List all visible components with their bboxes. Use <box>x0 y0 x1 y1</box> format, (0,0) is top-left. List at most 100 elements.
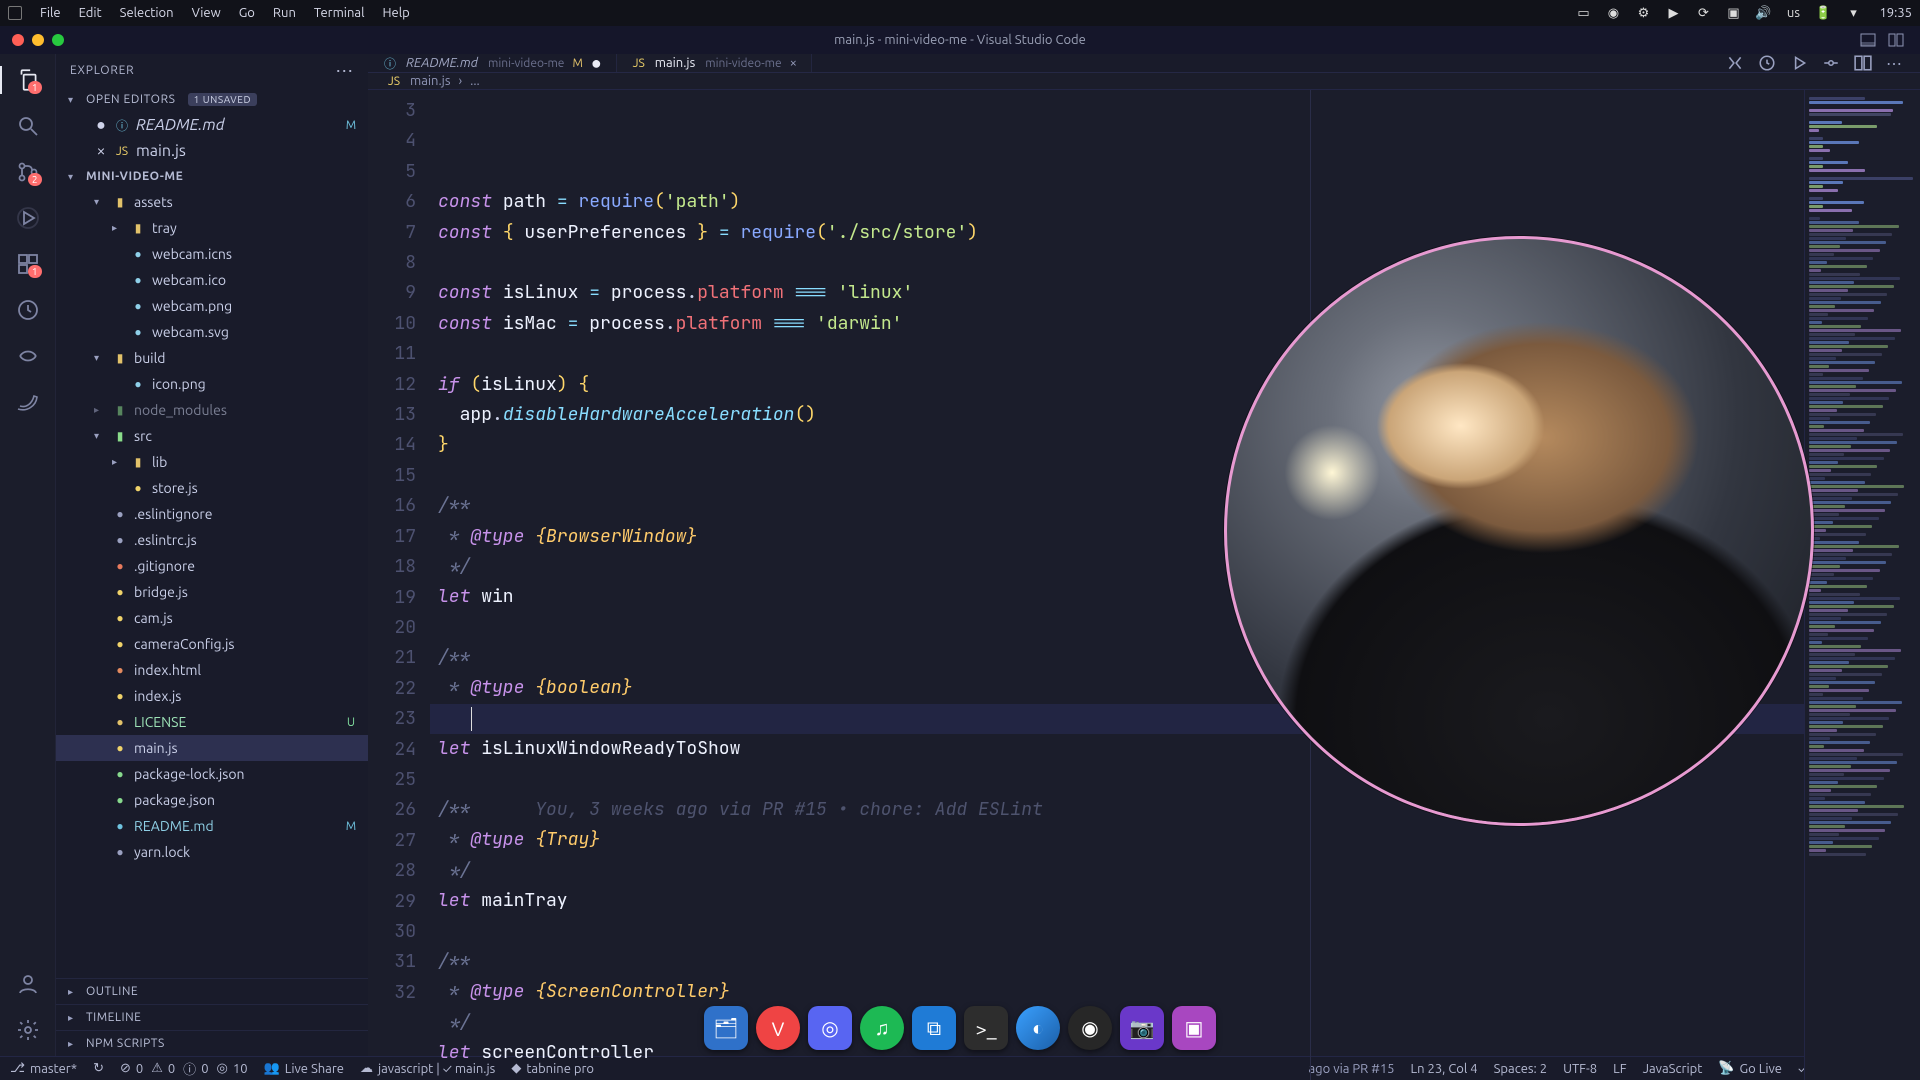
history-icon[interactable] <box>1758 54 1776 72</box>
maximize-window-button[interactable] <box>52 34 64 46</box>
display-icon[interactable]: ▭ <box>1575 5 1591 21</box>
toggle-panel-icon[interactable] <box>1860 32 1876 48</box>
split-editor-icon[interactable] <box>1888 32 1904 48</box>
tree-file[interactable]: ● LICENSE U <box>56 709 368 735</box>
minimize-window-button[interactable] <box>32 34 44 46</box>
code-line[interactable]: * @type {Tray} <box>438 825 1804 855</box>
dock-spotify[interactable]: ♫ <box>860 1006 904 1050</box>
menu-view[interactable]: View <box>192 6 221 20</box>
dock-files[interactable]: 🗂 <box>704 1006 748 1050</box>
settings-tray-icon[interactable]: ⚙ <box>1635 5 1651 21</box>
close-icon[interactable]: × <box>94 142 108 160</box>
tree-folder[interactable]: ▮ lib <box>56 449 368 475</box>
chevron-down-icon[interactable]: ▾ <box>1845 5 1861 21</box>
extension-tray-icon[interactable]: ▣ <box>1725 5 1741 21</box>
tree-folder[interactable]: ▮ src <box>56 423 368 449</box>
more-icon[interactable]: ⋯ <box>1886 54 1904 72</box>
menu-file[interactable]: File <box>40 6 61 20</box>
extensions-activity[interactable]: 1 <box>12 248 44 280</box>
menu-help[interactable]: Help <box>382 6 409 20</box>
tree-file[interactable]: ● .gitignore <box>56 553 368 579</box>
status-problems[interactable]: ⊘0 ⚠0 ⓘ0 ◎10 <box>120 1059 248 1078</box>
open-editor-item[interactable]: × JS main.js <box>56 138 368 164</box>
dock-obs[interactable]: ◉ <box>1068 1006 1112 1050</box>
tree-file[interactable]: ● icon.png <box>56 371 368 397</box>
tree-file[interactable]: ● main.js <box>56 735 368 761</box>
minimap[interactable] <box>1804 90 1920 1080</box>
volume-icon[interactable]: 🔊 <box>1755 5 1771 21</box>
compare-changes-icon[interactable] <box>1726 54 1744 72</box>
tree-file[interactable]: ● bridge.js <box>56 579 368 605</box>
tree-file[interactable]: ● index.html <box>56 657 368 683</box>
tree-file[interactable]: ● package.json <box>56 787 368 813</box>
tree-file[interactable]: ● webcam.png <box>56 293 368 319</box>
code-line[interactable] <box>438 917 1804 947</box>
media-play-icon[interactable]: ▶ <box>1665 5 1681 21</box>
account-activity[interactable] <box>12 968 44 1000</box>
project-header[interactable]: MINI-VIDEO-ME <box>56 164 368 189</box>
update-tray-icon[interactable]: ⟳ <box>1695 5 1711 21</box>
dock-resolve[interactable]: ◐ <box>1016 1006 1060 1050</box>
split-editor-icon[interactable] <box>1854 54 1872 72</box>
tree-file[interactable]: ● store.js <box>56 475 368 501</box>
tree-folder[interactable]: ▮ node_modules <box>56 397 368 423</box>
code-line[interactable]: const path = require('path') <box>438 187 1804 217</box>
tree-file[interactable]: ● package-lock.json <box>56 761 368 787</box>
keyboard-lang[interactable]: us <box>1785 5 1801 21</box>
commit-graph-icon[interactable] <box>1822 54 1840 72</box>
status-liveshare[interactable]: 👥 Live Share <box>264 1061 344 1076</box>
file-tree[interactable]: ▮ assets ▮ tray ● webcam.icns ● webcam.i… <box>56 189 368 978</box>
run-file-icon[interactable] <box>1790 54 1808 72</box>
debug-activity[interactable] <box>12 202 44 234</box>
settings-activity[interactable] <box>12 1014 44 1046</box>
sidebar-section-timeline[interactable]: TIMELINE <box>56 1004 368 1030</box>
tree-file[interactable]: ● .eslintignore <box>56 501 368 527</box>
menu-run[interactable]: Run <box>273 6 296 20</box>
status-sync[interactable]: ↻ <box>93 1061 104 1076</box>
open-editor-item[interactable]: ● ⓘ README.md M <box>56 112 368 138</box>
tree-folder[interactable]: ▮ build <box>56 345 368 371</box>
tree-file[interactable]: ● webcam.svg <box>56 319 368 345</box>
sidebar-section-outline[interactable]: OUTLINE <box>56 978 368 1004</box>
open-editors-header[interactable]: OPEN EDITORS 1 UNSAVED <box>56 87 368 112</box>
code-line[interactable]: let mainTray <box>438 886 1804 916</box>
liveshare-activity[interactable] <box>12 340 44 372</box>
explorer-more-icon[interactable]: ⋯ <box>335 68 354 74</box>
editor-tab[interactable]: ⓘ README.md mini-video-me M ● <box>368 54 617 72</box>
dock-terminal[interactable]: >_ <box>964 1006 1008 1050</box>
code-line[interactable]: */ <box>438 856 1804 886</box>
dirty-dot-icon[interactable]: ● <box>94 116 108 135</box>
system-menu-icon[interactable] <box>8 6 22 20</box>
battery-icon[interactable]: 🔋 <box>1815 5 1831 21</box>
breadcrumb[interactable]: JS main.js › ... <box>368 73 1920 90</box>
dock-browser[interactable]: V <box>756 1006 800 1050</box>
search-activity[interactable] <box>12 110 44 142</box>
sidebar-section-npm scripts[interactable]: NPM SCRIPTS <box>56 1030 368 1056</box>
tree-file[interactable]: ● webcam.ico <box>56 267 368 293</box>
dock-screenshot[interactable]: ▣ <box>1172 1006 1216 1050</box>
bird-activity[interactable] <box>12 386 44 418</box>
tree-file[interactable]: ● webcam.icns <box>56 241 368 267</box>
code-line[interactable] <box>438 1069 1804 1080</box>
dock-camera[interactable]: 📷 <box>1120 1006 1164 1050</box>
tree-folder[interactable]: ▮ assets <box>56 189 368 215</box>
source-control-activity[interactable]: 2 <box>12 156 44 188</box>
webcam-overlay[interactable] <box>1224 236 1814 826</box>
tree-file[interactable]: ● yarn.lock <box>56 839 368 865</box>
close-icon[interactable]: × <box>790 56 797 70</box>
editor-tab[interactable]: JS main.js mini-video-me × <box>617 54 812 72</box>
tree-folder[interactable]: ▮ tray <box>56 215 368 241</box>
explorer-activity[interactable]: 1 <box>12 64 44 96</box>
dock-discord[interactable]: ◎ <box>808 1006 852 1050</box>
discord-tray-icon[interactable]: ◉ <box>1605 5 1621 21</box>
remote-activity[interactable] <box>12 294 44 326</box>
menu-terminal[interactable]: Terminal <box>314 6 365 20</box>
menu-edit[interactable]: Edit <box>79 6 102 20</box>
status-branch[interactable]: ⎇ master* <box>10 1061 77 1076</box>
tree-file[interactable]: ● .eslintrc.js <box>56 527 368 553</box>
menu-go[interactable]: Go <box>239 6 255 20</box>
tree-file[interactable]: ● cameraConfig.js <box>56 631 368 657</box>
clock[interactable]: 19:35 <box>1879 6 1912 20</box>
dock-vscode[interactable]: ⧉ <box>912 1006 956 1050</box>
tree-file[interactable]: ● cam.js <box>56 605 368 631</box>
